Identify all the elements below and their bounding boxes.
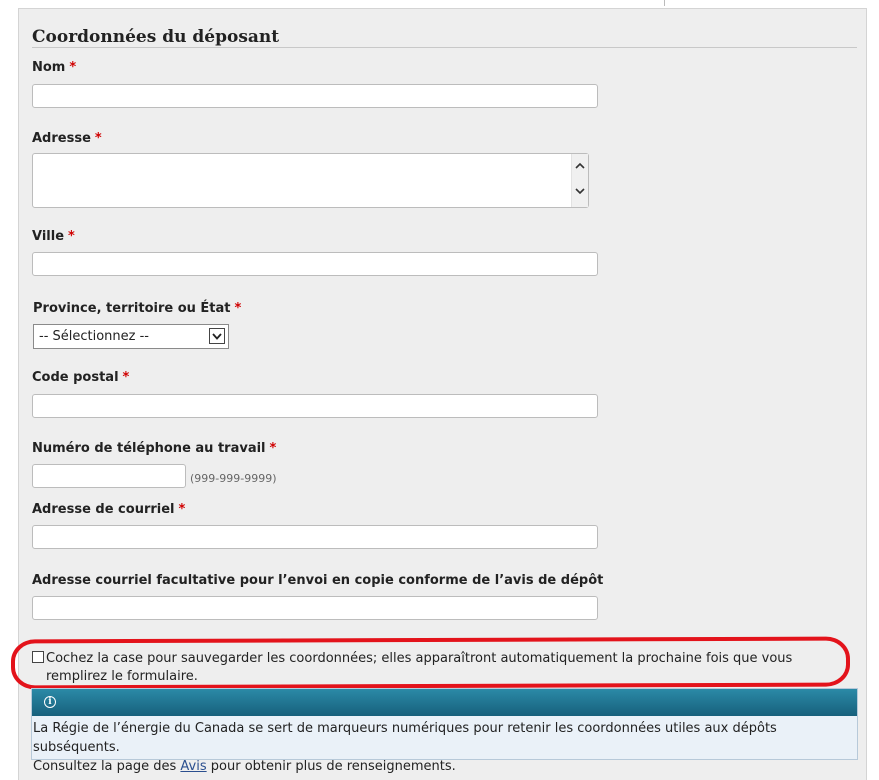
work-phone-label-text: Numéro de téléphone au travail xyxy=(32,441,266,456)
province-select-value: -- Sélectionnez -- xyxy=(39,329,149,344)
info-notice: i La Régie de l’énergie du Canada se ser… xyxy=(31,688,858,774)
info-line-2-suffix: pour obtenir plus de renseignements. xyxy=(206,759,456,774)
scroll-down-icon[interactable] xyxy=(574,185,586,197)
top-divider xyxy=(664,0,665,6)
save-details-label[interactable]: Cochez la case pour sauvegarder les coor… xyxy=(46,650,846,686)
save-details-checkbox[interactable] xyxy=(32,651,44,663)
info-line-2: Consultez la page des Avis pour obtenir … xyxy=(33,757,853,776)
name-label: Nom * xyxy=(32,60,76,75)
work-phone-label: Numéro de téléphone au travail * xyxy=(32,441,276,456)
info-icon: i xyxy=(44,696,56,708)
email-label: Adresse de courriel * xyxy=(32,502,185,517)
cc-email-label: Adresse courriel facultative pour l’envo… xyxy=(32,573,604,588)
address-scrollbar[interactable] xyxy=(571,154,588,207)
province-label-text: Province, territoire ou État xyxy=(33,301,231,316)
required-marker: * xyxy=(122,370,130,385)
city-label-text: Ville xyxy=(32,229,65,244)
province-select[interactable]: -- Sélectionnez -- xyxy=(33,324,229,349)
city-input[interactable] xyxy=(32,252,598,276)
postal-code-input[interactable] xyxy=(32,394,598,418)
section-title: Coordonnées du déposant xyxy=(32,27,857,48)
address-label: Adresse * xyxy=(32,131,102,146)
email-input[interactable] xyxy=(32,525,598,549)
name-label-text: Nom xyxy=(32,60,66,75)
info-notice-text: La Régie de l’énergie du Canada se sert … xyxy=(33,719,853,776)
postal-code-label: Code postal * xyxy=(32,370,129,385)
city-label: Ville * xyxy=(32,229,75,244)
notices-link[interactable]: Avis xyxy=(180,759,206,774)
postal-code-label-text: Code postal xyxy=(32,370,119,385)
phone-format-hint: (999-999-9999) xyxy=(190,472,277,485)
address-textarea[interactable] xyxy=(32,153,589,208)
scroll-up-icon[interactable] xyxy=(574,160,586,172)
province-label: Province, territoire ou État * xyxy=(33,301,241,316)
required-marker: * xyxy=(178,502,186,517)
info-line-2-prefix: Consultez la page des xyxy=(33,759,181,774)
cc-email-input[interactable] xyxy=(32,596,598,620)
required-marker: * xyxy=(69,60,77,75)
required-marker: * xyxy=(94,131,102,146)
address-label-text: Adresse xyxy=(32,131,91,146)
required-marker: * xyxy=(68,229,75,244)
email-label-text: Adresse de courriel xyxy=(32,502,175,517)
chevron-down-icon[interactable] xyxy=(209,328,225,344)
info-notice-header: i xyxy=(32,689,857,716)
work-phone-input[interactable] xyxy=(32,464,186,488)
name-input[interactable] xyxy=(32,84,598,108)
required-marker: * xyxy=(234,301,242,316)
info-line-1: La Régie de l’énergie du Canada se sert … xyxy=(33,721,777,755)
required-marker: * xyxy=(269,441,277,456)
